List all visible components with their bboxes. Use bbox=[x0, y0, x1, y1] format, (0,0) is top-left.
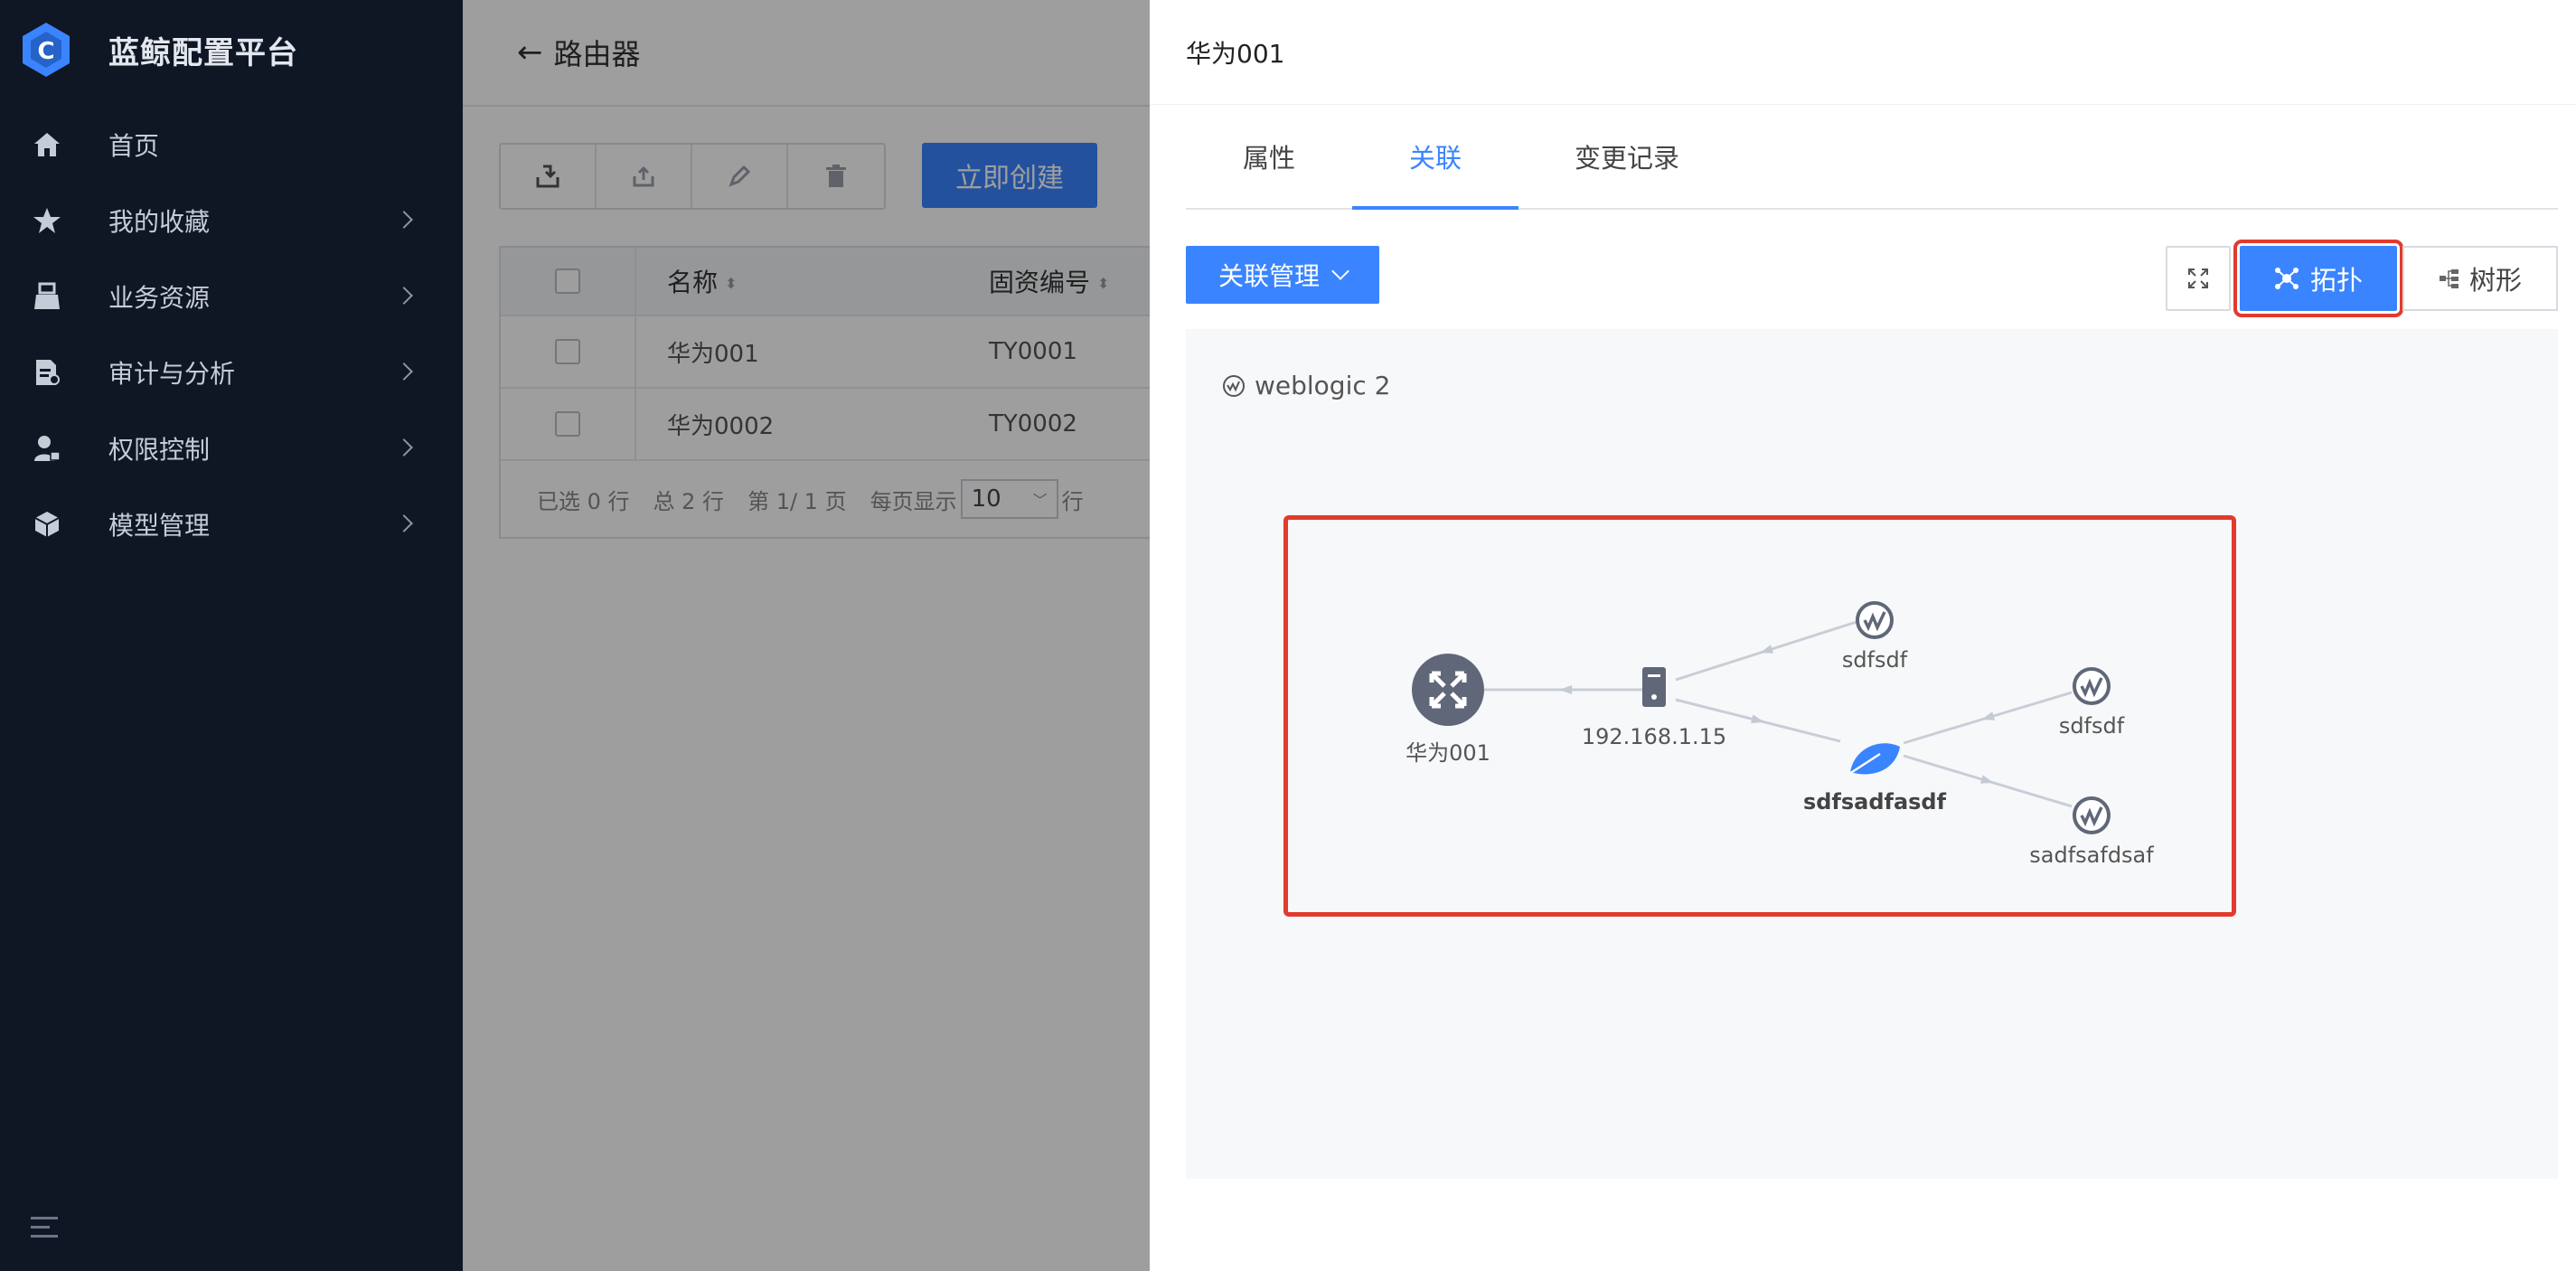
app-title: 蓝鲸配置平台 bbox=[108, 34, 298, 71]
detail-panel: 华为001 属性 关联 变更记录 关联管理 拓扑 树形 weblogic 2 华… bbox=[1150, 0, 2576, 1271]
sidebar-item-audit[interactable]: 审计与分析 bbox=[0, 334, 463, 410]
chevron-right-icon bbox=[395, 287, 413, 305]
node-weblogic[interactable]: sdfsdf bbox=[2059, 667, 2125, 739]
tab-attributes[interactable]: 属性 bbox=[1186, 105, 1352, 208]
view-toggle: 拓扑 树形 bbox=[2233, 240, 2558, 317]
sidebar-item-permission[interactable]: 权限控制 bbox=[0, 410, 463, 486]
edge-weblogic2-leaf bbox=[1903, 691, 2073, 745]
fullscreen-icon bbox=[2188, 268, 2208, 288]
sidebar-item-model[interactable]: 模型管理 bbox=[0, 486, 463, 562]
node-label: sadfsafdsaf bbox=[2029, 843, 2154, 868]
panel-title: 华为001 bbox=[1150, 0, 2576, 105]
sidebar: C 蓝鲸配置平台 首页 我的收藏 业务资源 审计与分析 权限控制 模型管理 bbox=[0, 0, 463, 1271]
sidebar-item-favorites[interactable]: 我的收藏 bbox=[0, 183, 463, 259]
tree-view-button[interactable]: 树形 bbox=[2402, 246, 2558, 311]
relation-actions: 关联管理 拓扑 树形 bbox=[1186, 210, 2558, 342]
svg-text:C: C bbox=[37, 38, 54, 65]
fullscreen-button[interactable] bbox=[2166, 246, 2231, 311]
topology-graph[interactable]: 华为001 192.168.1.15 sdfsdf sdfsadfasdf sd… bbox=[1186, 329, 2558, 1179]
brand[interactable]: C 蓝鲸配置平台 bbox=[0, 0, 463, 99]
tab-bar: 属性 关联 变更记录 bbox=[1186, 105, 2558, 210]
sidebar-item-label: 业务资源 bbox=[108, 283, 211, 313]
model-icon bbox=[31, 508, 63, 541]
tab-relations[interactable]: 关联 bbox=[1352, 105, 1518, 210]
node-label: sdfsadfasdf bbox=[1803, 789, 1947, 814]
node-label: 华为001 bbox=[1406, 740, 1490, 766]
topology-view-button[interactable]: 拓扑 bbox=[2233, 240, 2403, 317]
edge-weblogic1-server bbox=[1675, 620, 1857, 682]
node-label: sdfsdf bbox=[1842, 647, 1908, 673]
node-router[interactable]: 华为001 bbox=[1406, 654, 1490, 766]
topology-label: 拓扑 bbox=[2309, 265, 2363, 296]
sidebar-item-label: 我的收藏 bbox=[108, 207, 211, 237]
tab-change-history[interactable]: 变更记录 bbox=[1518, 105, 1735, 208]
sidebar-item-home[interactable]: 首页 bbox=[0, 107, 463, 183]
tree-icon bbox=[2439, 269, 2458, 288]
sidebar-item-business[interactable]: 业务资源 bbox=[0, 259, 463, 334]
chevron-right-icon bbox=[395, 514, 413, 532]
server-icon bbox=[1642, 667, 1666, 707]
node-weblogic[interactable]: sdfsdf bbox=[1842, 601, 1908, 673]
node-label: sdfsdf bbox=[2059, 713, 2125, 739]
topology-icon bbox=[2274, 268, 2299, 289]
sidebar-item-label: 模型管理 bbox=[108, 511, 211, 541]
overlay-mask[interactable] bbox=[463, 0, 1150, 1271]
node-leaf[interactable]: sdfsadfasdf bbox=[1803, 743, 1947, 814]
app-logo-icon: C bbox=[20, 21, 72, 79]
chevron-right-icon bbox=[395, 362, 413, 381]
router-icon bbox=[1412, 654, 1484, 726]
node-label: 192.168.1.15 bbox=[1582, 724, 1726, 749]
topology-canvas[interactable]: weblogic 2 华为001 192.168.1.15 sdfsdf sdf… bbox=[1186, 329, 2558, 1179]
chevron-right-icon bbox=[395, 438, 413, 457]
panel-body: 属性 关联 变更记录 关联管理 拓扑 树形 weblogic 2 华为001 1… bbox=[1186, 105, 2558, 1271]
sidebar-item-label: 审计与分析 bbox=[108, 359, 236, 389]
node-weblogic[interactable]: sadfsafdsaf bbox=[2029, 796, 2154, 868]
home-icon bbox=[31, 128, 63, 161]
business-icon bbox=[31, 280, 63, 313]
topology-edges bbox=[1484, 620, 2073, 808]
star-icon bbox=[31, 204, 63, 237]
sidebar-menu: 首页 我的收藏 业务资源 审计与分析 权限控制 模型管理 bbox=[0, 107, 463, 562]
chevron-down-icon bbox=[1331, 262, 1349, 280]
tree-label: 树形 bbox=[2468, 265, 2522, 296]
permission-icon bbox=[31, 432, 63, 465]
sidebar-item-label: 权限控制 bbox=[108, 435, 211, 465]
relation-manage-button[interactable]: 关联管理 bbox=[1186, 246, 1379, 304]
sidebar-item-label: 首页 bbox=[108, 131, 160, 161]
collapse-menu-icon[interactable] bbox=[31, 1217, 58, 1240]
audit-icon bbox=[31, 356, 63, 389]
chevron-right-icon bbox=[395, 211, 413, 229]
relation-manage-label: 关联管理 bbox=[1217, 261, 1320, 291]
